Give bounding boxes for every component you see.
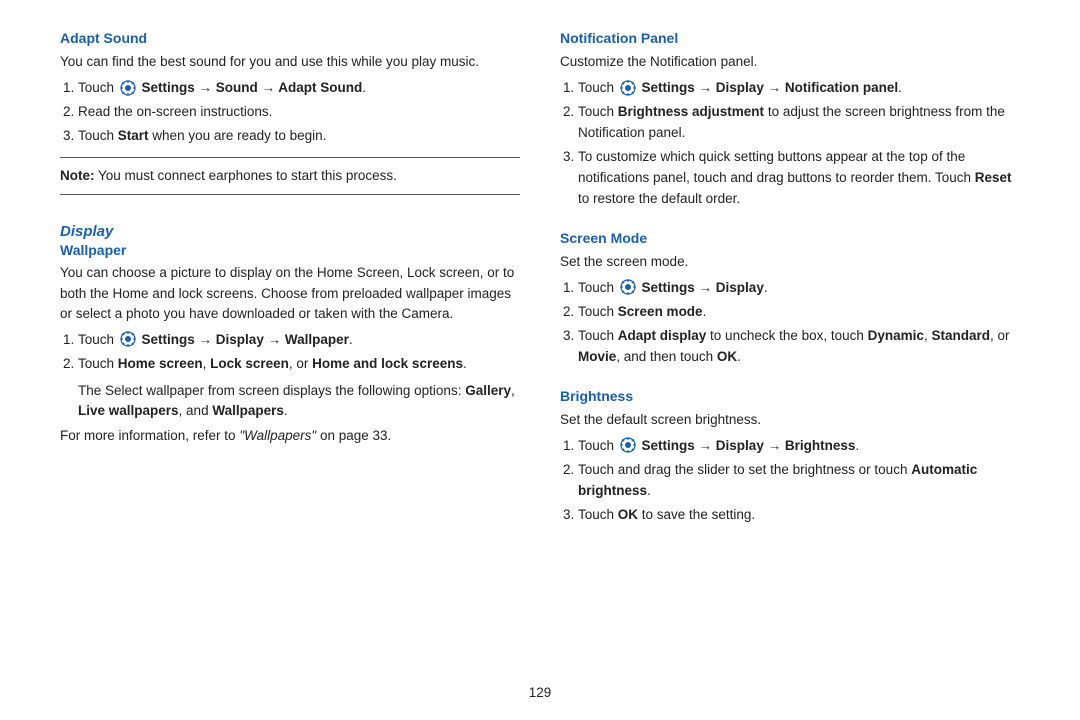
notification-panel-paragraph: Customize the Notification panel.: [560, 52, 1020, 72]
adapt-sound-section: Adapt Sound You can find the best sound …: [60, 30, 520, 209]
wallpaper-footer: For more information, refer to "Wallpape…: [60, 426, 520, 446]
adapt-sound-step-2: Read the on-screen instructions.: [78, 102, 520, 123]
wallpaper-sub-paragraph: The Select wallpaper from screen display…: [78, 381, 520, 422]
screen-mode-title: Screen Mode: [560, 230, 1020, 246]
notification-panel-step-1: Touch: [578, 78, 1020, 99]
settings-icon-3: [620, 80, 636, 96]
screen-mode-section: Screen Mode Set the screen mode. Touch: [560, 230, 1020, 374]
brightness-steps: Touch: [578, 436, 1020, 526]
settings-icon-5: [620, 437, 636, 453]
display-title: Display: [60, 223, 520, 240]
page-number: 129: [60, 685, 1020, 700]
notification-panel-steps: Touch: [578, 78, 1020, 210]
adapt-sound-step-3: Touch Start when you are ready to begin.: [78, 126, 520, 147]
brightness-paragraph: Set the default screen brightness.: [560, 410, 1020, 430]
adapt-sound-paragraph: You can find the best sound for you and …: [60, 52, 520, 72]
settings-icon-4: [620, 279, 636, 295]
adapt-sound-note: Note: You must connect earphones to star…: [60, 157, 520, 195]
left-column: Adapt Sound You can find the best sound …: [60, 30, 520, 675]
adapt-sound-step-1: Touch: [78, 78, 520, 99]
page-container: Adapt Sound You can find the best sound …: [0, 0, 1080, 720]
screen-mode-step-1: Touch: [578, 278, 1020, 299]
brightness-step-1: Touch: [578, 436, 1020, 457]
notification-panel-step-2: Touch Brightness adjustment to adjust th…: [578, 102, 1020, 144]
brightness-section: Brightness Set the default screen bright…: [560, 388, 1020, 532]
two-column-layout: Adapt Sound You can find the best sound …: [60, 30, 1020, 675]
adapt-sound-title: Adapt Sound: [60, 30, 520, 46]
brightness-step-3: Touch OK to save the setting.: [578, 505, 1020, 526]
wallpaper-step-2: Touch Home screen, Lock screen, or Home …: [78, 354, 520, 375]
display-section: Display Wallpaper You can choose a pictu…: [60, 209, 520, 452]
wallpaper-section: Wallpaper You can choose a picture to di…: [60, 242, 520, 446]
screen-mode-paragraph: Set the screen mode.: [560, 252, 1020, 272]
wallpaper-paragraph: You can choose a picture to display on t…: [60, 263, 520, 324]
screen-mode-step-2: Touch Screen mode.: [578, 302, 1020, 323]
screen-mode-steps: Touch: [578, 278, 1020, 368]
settings-icon-1: [120, 80, 136, 96]
brightness-title: Brightness: [560, 388, 1020, 404]
notification-panel-section: Notification Panel Customize the Notific…: [560, 30, 1020, 216]
notification-panel-step-3: To customize which quick setting buttons…: [578, 147, 1020, 210]
wallpaper-step-1: Touch: [78, 330, 520, 351]
brightness-step-2: Touch and drag the slider to set the bri…: [578, 460, 1020, 502]
settings-icon-2: [120, 331, 136, 347]
right-column: Notification Panel Customize the Notific…: [560, 30, 1020, 675]
wallpaper-title: Wallpaper: [60, 242, 520, 258]
adapt-sound-steps: Touch: [78, 78, 520, 147]
screen-mode-step-3: Touch Adapt display to uncheck the box, …: [578, 326, 1020, 368]
notification-panel-title: Notification Panel: [560, 30, 1020, 46]
wallpaper-steps: Touch: [78, 330, 520, 375]
